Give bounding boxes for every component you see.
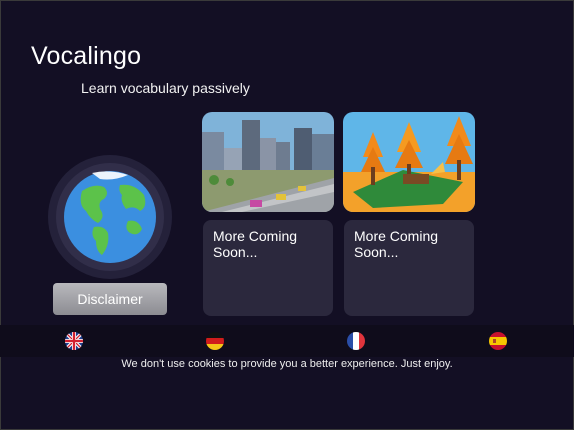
globe-icon xyxy=(64,171,156,263)
disclaimer-button[interactable]: Disclaimer xyxy=(53,283,167,315)
coming-soon-card: More Coming Soon... xyxy=(203,220,333,316)
france-flag-icon xyxy=(347,332,365,350)
spain-flag-icon xyxy=(489,332,507,350)
language-french-button[interactable] xyxy=(347,332,365,350)
app-subtitle: Learn vocabulary passively xyxy=(81,80,250,96)
globe-button[interactable] xyxy=(48,155,172,279)
coming-soon-card: More Coming Soon... xyxy=(344,220,474,316)
language-spanish-button[interactable] xyxy=(489,332,507,350)
city-scene-thumbnail xyxy=(202,112,334,212)
language-english-button[interactable] xyxy=(65,332,83,350)
language-bar xyxy=(0,325,574,357)
city-scene-card[interactable] xyxy=(202,112,334,212)
app-title: Vocalingo xyxy=(31,42,142,70)
uk-flag-icon xyxy=(65,332,83,350)
autumn-forest-scene-thumbnail xyxy=(343,112,475,212)
germany-flag-icon xyxy=(206,332,224,350)
coming-soon-label: More Coming Soon... xyxy=(354,228,439,260)
language-german-button[interactable] xyxy=(206,332,224,350)
coming-soon-label: More Coming Soon... xyxy=(213,228,298,260)
cookie-notice: We don't use cookies to provide you a be… xyxy=(121,358,453,370)
forest-scene-card[interactable] xyxy=(343,112,475,212)
